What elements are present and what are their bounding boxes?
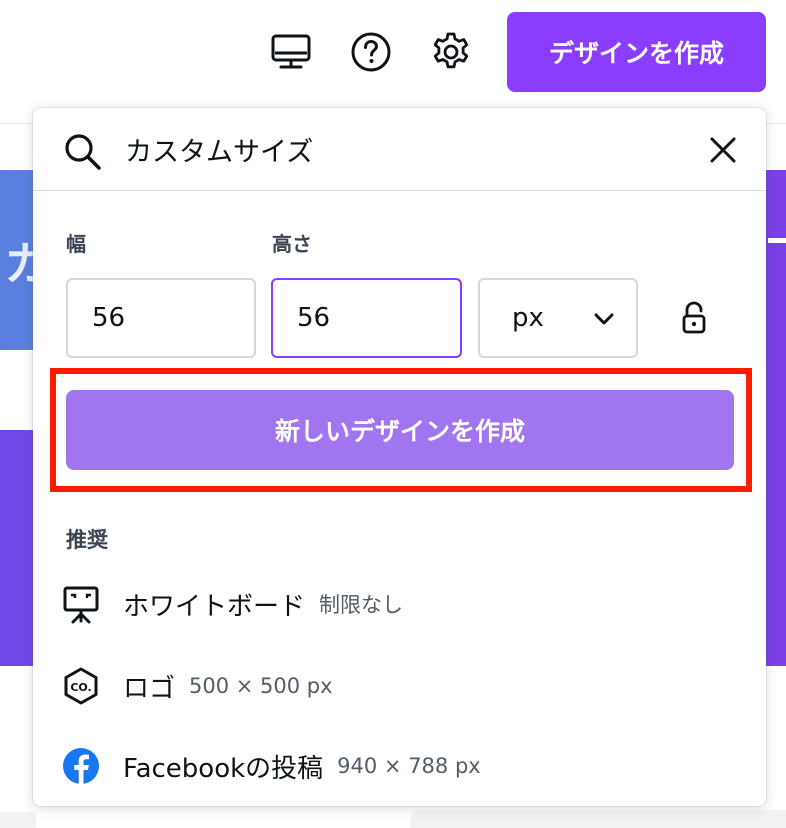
width-label: 幅 xyxy=(66,232,86,256)
desktop-icon[interactable] xyxy=(269,30,313,74)
height-field[interactable]: 56 xyxy=(271,278,462,358)
background-banner-right xyxy=(765,170,786,666)
height-label: 高さ xyxy=(272,232,312,256)
recommended-item-whiteboard[interactable]: ホワイトボード 制限なし xyxy=(59,572,739,636)
recommended-item-facebook[interactable]: Facebookの投稿 940 × 788 px xyxy=(59,734,739,798)
recommended-item-logo[interactable]: CO. ロゴ 500 × 500 px xyxy=(59,654,739,718)
recommended-item-name: ロゴ xyxy=(123,673,176,704)
background-card xyxy=(410,810,786,828)
search-bar xyxy=(33,108,766,191)
whiteboard-icon xyxy=(59,582,103,626)
background-card-left xyxy=(0,812,36,828)
logo-icon: CO. xyxy=(59,664,103,708)
top-bar: デザインを作成 xyxy=(0,0,786,124)
search-icon xyxy=(63,132,103,176)
custom-size-dropdown: 幅 高さ 56 56 px 新しいデザインを作成 推奨 xyxy=(33,108,766,806)
background-dash xyxy=(768,238,786,243)
create-new-design-button[interactable]: 新しいデザインを作成 xyxy=(66,390,734,470)
search-input[interactable] xyxy=(125,126,685,172)
recommended-title: 推奨 xyxy=(66,528,108,552)
svg-text:CO.: CO. xyxy=(70,681,91,694)
recommended-item-size: 940 × 788 px xyxy=(337,754,481,778)
facebook-icon xyxy=(59,744,103,788)
create-design-button[interactable]: デザインを作成 xyxy=(507,12,766,92)
unit-select-value: px xyxy=(512,303,544,333)
width-field[interactable]: 56 xyxy=(66,278,256,358)
recommended-item-name: Facebookの投稿 xyxy=(123,753,324,784)
settings-icon[interactable] xyxy=(429,30,473,74)
recommended-item-size: 制限なし xyxy=(319,593,404,617)
help-icon[interactable] xyxy=(349,30,393,74)
close-icon[interactable] xyxy=(705,132,741,168)
unlock-icon[interactable] xyxy=(679,301,709,335)
recommended-item-name: ホワイトボード xyxy=(123,591,306,622)
chevron-down-icon xyxy=(594,303,614,333)
unit-select[interactable]: px xyxy=(478,278,638,358)
recommended-item-size: 500 × 500 px xyxy=(189,674,333,698)
